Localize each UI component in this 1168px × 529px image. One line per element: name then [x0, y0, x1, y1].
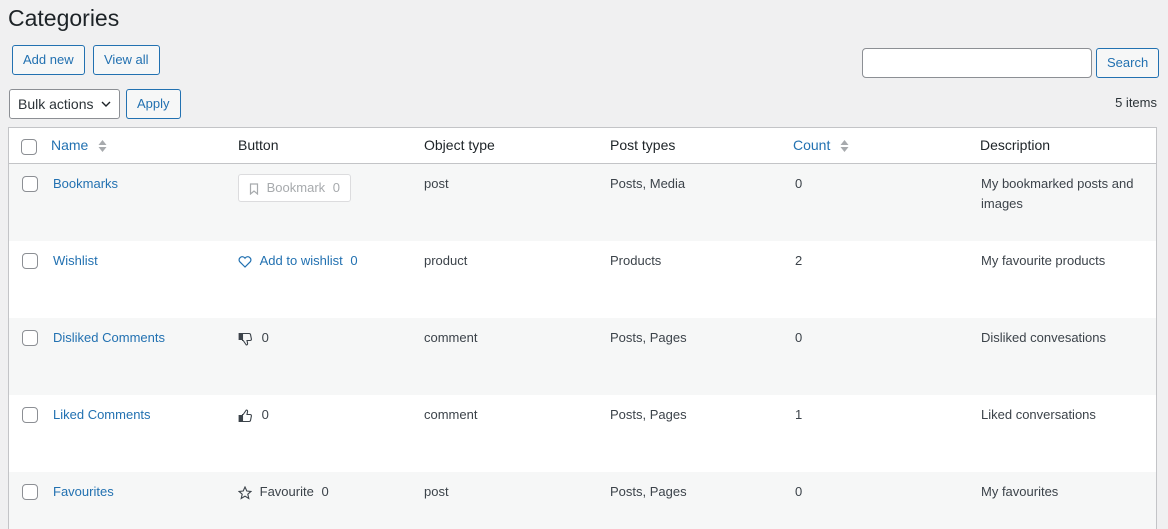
- post-types: Products: [610, 253, 662, 268]
- count: 0: [795, 484, 803, 499]
- search-button[interactable]: Search: [1096, 48, 1160, 78]
- bookmark-button[interactable]: Bookmark 0: [238, 174, 352, 202]
- count: 1: [795, 407, 803, 422]
- bulk-actions-select[interactable]: Bulk actions: [9, 89, 120, 119]
- select-all-checkbox[interactable]: [21, 139, 37, 155]
- categories-table: Name Button Object type Post types Count…: [8, 127, 1157, 529]
- chevron-down-icon: [101, 101, 111, 107]
- row-checkbox[interactable]: [22, 253, 38, 269]
- category-name-link[interactable]: Bookmarks: [53, 174, 118, 194]
- search-input[interactable]: [862, 48, 1092, 78]
- post-types: Posts, Pages: [610, 330, 687, 345]
- star-icon: [237, 485, 253, 500]
- table-header: Name Button Object type Post types Count…: [9, 128, 1156, 164]
- description: My favourites: [981, 484, 1059, 499]
- wishlist-button[interactable]: Add to wishlist 0: [238, 251, 358, 271]
- table-row: Bookmarks Bookmark 0 post Posts, Media 0…: [9, 164, 1156, 241]
- object-type: post: [424, 176, 449, 191]
- thumbs-up-icon: [238, 409, 252, 422]
- count: 0: [795, 176, 803, 191]
- count: 0: [795, 330, 803, 345]
- row-checkbox[interactable]: [22, 407, 38, 423]
- row-checkbox[interactable]: [22, 330, 38, 346]
- add-new-button[interactable]: Add new: [12, 45, 85, 75]
- description: Disliked convesations: [981, 330, 1107, 345]
- bookmark-icon: [249, 182, 259, 195]
- bulk-actions-label: Bulk actions: [18, 96, 94, 112]
- row-checkbox[interactable]: [22, 176, 38, 192]
- category-name-link[interactable]: Wishlist: [53, 251, 98, 271]
- column-header-count[interactable]: Count: [793, 137, 849, 153]
- column-header-object-type: Object type: [424, 137, 495, 153]
- sort-icon: [98, 140, 107, 153]
- column-header-button: Button: [238, 137, 279, 153]
- dislike-button[interactable]: 0: [238, 328, 269, 348]
- favourite-button[interactable]: Favourite 0: [237, 482, 329, 502]
- thumbs-down-icon: [238, 332, 252, 346]
- apply-button[interactable]: Apply: [126, 89, 181, 119]
- post-types: Posts, Pages: [610, 484, 687, 499]
- items-count: 5 items: [1115, 95, 1157, 110]
- object-type: product: [424, 253, 468, 268]
- object-type: comment: [424, 330, 478, 345]
- column-header-name[interactable]: Name: [51, 137, 107, 153]
- post-types: Posts, Pages: [610, 407, 687, 422]
- column-header-description: Description: [980, 137, 1051, 153]
- table-row: Wishlist Add to wishlist 0 product Produ…: [9, 241, 1156, 318]
- category-name-link[interactable]: Disliked Comments: [53, 328, 165, 348]
- description: My favourite products: [981, 253, 1106, 268]
- table-row: Liked Comments 0 comment Posts, Pages 1 …: [9, 395, 1156, 472]
- category-name-link[interactable]: Liked Comments: [53, 405, 151, 425]
- category-name-link[interactable]: Favourites: [53, 482, 114, 502]
- table-row: Favourites Favourite 0 post Posts, Pages…: [9, 472, 1156, 529]
- object-type: post: [424, 484, 449, 499]
- count: 2: [795, 253, 803, 268]
- view-all-button[interactable]: View all: [93, 45, 160, 75]
- table-row: Disliked Comments 0 comment Posts, Pages…: [9, 318, 1156, 395]
- post-types: Posts, Media: [610, 176, 686, 191]
- row-checkbox[interactable]: [22, 484, 38, 500]
- object-type: comment: [424, 407, 478, 422]
- like-button[interactable]: 0: [238, 405, 269, 425]
- description: Liked conversations: [981, 407, 1096, 422]
- column-header-post-types: Post types: [610, 137, 676, 153]
- heart-icon: [238, 255, 252, 268]
- description: My bookmarked posts and images: [981, 176, 1134, 211]
- page-title: Categories: [8, 5, 120, 31]
- sort-icon: [840, 140, 849, 153]
